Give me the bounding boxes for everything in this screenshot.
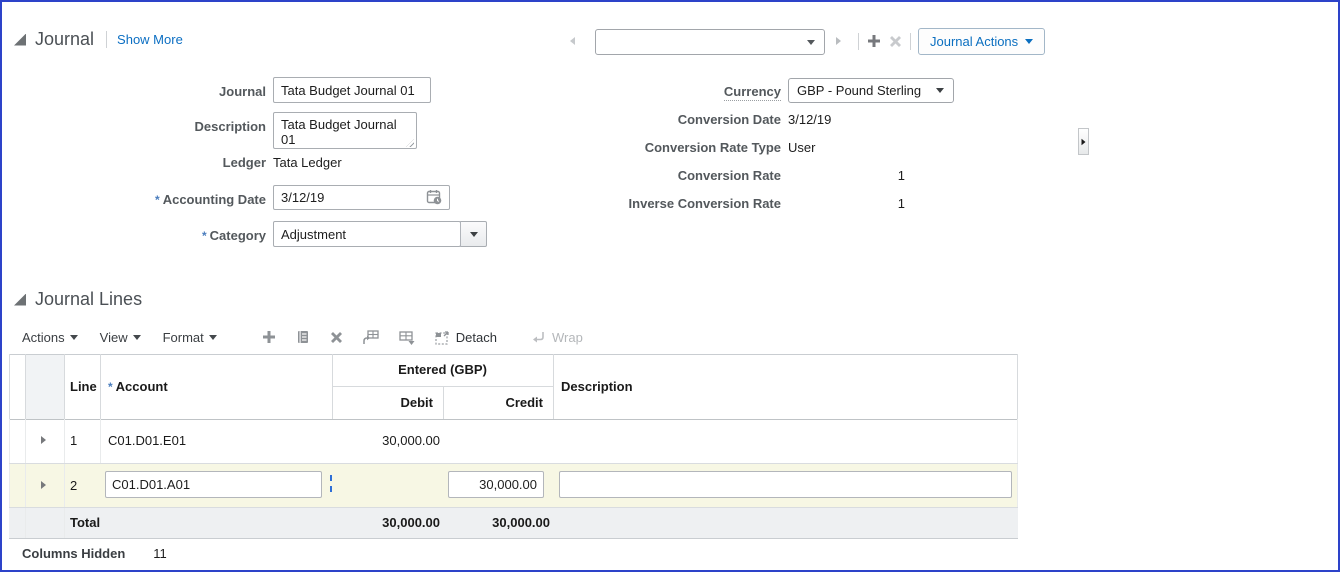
currency-field-label: Currency xyxy=(724,84,781,101)
text-cursor xyxy=(330,475,332,492)
wrap-button: Wrap xyxy=(531,330,583,345)
previous-journal-icon[interactable] xyxy=(570,37,575,45)
row-expand-icon[interactable] xyxy=(41,481,46,489)
add-journal-icon[interactable] xyxy=(866,33,882,54)
collapse-section-icon[interactable] xyxy=(14,34,26,46)
description-cell-input[interactable] xyxy=(559,471,1012,498)
category-dropdown-button[interactable] xyxy=(460,221,487,247)
view-menu-label: View xyxy=(100,330,128,345)
delete-journal-icon[interactable] xyxy=(888,34,903,54)
total-label: Total xyxy=(70,508,100,538)
export-rows-icon[interactable] xyxy=(398,329,416,346)
journal-lines-table: Line *Account Entered (GBP) Debit Credit… xyxy=(9,354,1018,538)
show-more-link[interactable]: Show More xyxy=(117,32,183,47)
required-asterisk: * xyxy=(202,229,207,243)
ledger-field-label: Ledger xyxy=(42,155,266,170)
conversion-date-field-label: Conversion Date xyxy=(562,112,781,127)
accounting-date-field-label: Accounting Date xyxy=(163,192,266,207)
category-field-label: Category xyxy=(210,228,266,243)
dropdown-arrow-icon xyxy=(133,335,141,340)
entered-gbp-group-header: Entered (GBP) xyxy=(332,354,553,386)
required-asterisk: * xyxy=(108,380,113,394)
currency-value: GBP - Pound Sterling xyxy=(797,83,921,98)
view-menu[interactable]: View xyxy=(100,330,141,345)
format-menu-label: Format xyxy=(163,330,204,345)
account-column-header[interactable]: *Account xyxy=(108,354,168,420)
divider xyxy=(106,31,107,48)
conversion-rate-value: 1 xyxy=(788,168,905,183)
currency-select[interactable]: GBP - Pound Sterling xyxy=(788,78,954,103)
conversion-rate-type-value: User xyxy=(788,140,815,155)
divider xyxy=(858,33,859,50)
detach-button[interactable]: Detach xyxy=(434,329,497,346)
divider xyxy=(910,33,911,50)
ledger-value: Tata Ledger xyxy=(273,155,342,170)
line-column-header[interactable]: Line xyxy=(70,354,100,419)
inverse-conversion-rate-value: 1 xyxy=(788,196,905,211)
actions-menu[interactable]: Actions xyxy=(22,330,78,345)
format-menu[interactable]: Format xyxy=(163,330,217,345)
credit-column-header[interactable]: Credit xyxy=(443,386,543,419)
journal-name-input[interactable] xyxy=(273,77,431,103)
category-input[interactable] xyxy=(273,221,461,247)
row-line-number: 2 xyxy=(70,464,77,507)
expand-panel-handle[interactable] xyxy=(1078,128,1089,155)
columns-hidden-value: 11 xyxy=(153,546,167,561)
row-line-number: 1 xyxy=(70,419,77,463)
debit-column-header[interactable]: Debit xyxy=(332,386,433,419)
dropdown-arrow-icon xyxy=(470,232,478,237)
expand-panel-icon xyxy=(1082,138,1086,144)
conversion-date-value: 3/12/19 xyxy=(788,112,831,127)
journal-page: Journal Show More Journal Actions Journa… xyxy=(0,0,1340,572)
delete-row-icon[interactable] xyxy=(329,330,344,345)
dropdown-arrow-icon xyxy=(936,88,944,93)
account-cell-input[interactable] xyxy=(105,471,322,498)
dropdown-arrow-icon xyxy=(70,335,78,340)
collapse-section-icon[interactable] xyxy=(14,294,26,306)
inverse-conversion-rate-field-label: Inverse Conversion Rate xyxy=(562,196,781,211)
table-footer: Columns Hidden 11 xyxy=(22,546,167,561)
credit-cell-input[interactable] xyxy=(448,471,544,498)
move-rows-icon[interactable] xyxy=(362,329,380,346)
wrap-label: Wrap xyxy=(552,330,583,345)
description-column-header[interactable]: Description xyxy=(561,354,633,419)
detach-label: Detach xyxy=(456,330,497,345)
actions-menu-label: Actions xyxy=(22,330,65,345)
columns-hidden-label: Columns Hidden xyxy=(22,546,125,561)
required-asterisk: * xyxy=(155,193,160,207)
dropdown-arrow-icon xyxy=(807,40,815,45)
dropdown-arrow-icon xyxy=(1025,39,1033,44)
description-field-label: Description xyxy=(42,119,266,134)
category-field-label-wrap: *Category xyxy=(42,227,266,245)
section-title-journal-lines: Journal Lines xyxy=(35,289,142,310)
currency-field-label-wrap: Currency xyxy=(562,84,781,99)
journal-section-header[interactable]: Journal Show More xyxy=(14,29,183,50)
next-journal-icon[interactable] xyxy=(836,37,841,45)
select-all-header-cell xyxy=(25,354,64,419)
add-row-icon[interactable] xyxy=(261,329,277,345)
row-debit-cell[interactable]: 30,000.00 xyxy=(332,419,440,463)
journal-lines-section-header[interactable]: Journal Lines xyxy=(14,289,142,310)
journal-batch-selector[interactable] xyxy=(595,29,825,55)
conversion-rate-field-label: Conversion Rate xyxy=(562,168,781,183)
total-credit-value: 30,000.00 xyxy=(443,508,550,538)
accounting-date-input[interactable] xyxy=(273,185,450,210)
conversion-rate-type-field-label: Conversion Rate Type xyxy=(562,140,781,155)
row-account-cell[interactable]: C01.D01.E01 xyxy=(108,419,186,463)
accounting-date-field-label-wrap: *Accounting Date xyxy=(42,191,266,209)
section-title-journal: Journal xyxy=(35,29,94,50)
date-picker-icon[interactable] xyxy=(426,189,443,211)
journal-actions-button[interactable]: Journal Actions xyxy=(918,28,1045,55)
dropdown-arrow-icon xyxy=(209,335,217,340)
row-expand-icon[interactable] xyxy=(41,436,46,444)
journal-actions-label: Journal Actions xyxy=(930,34,1018,49)
description-textarea[interactable]: Tata Budget Journal 01 xyxy=(273,112,417,149)
duplicate-row-icon[interactable] xyxy=(295,329,311,345)
journal-lines-toolbar: Actions View Format xyxy=(22,324,601,350)
journal-field-label: Journal xyxy=(42,84,266,99)
total-debit-value: 30,000.00 xyxy=(332,508,440,538)
